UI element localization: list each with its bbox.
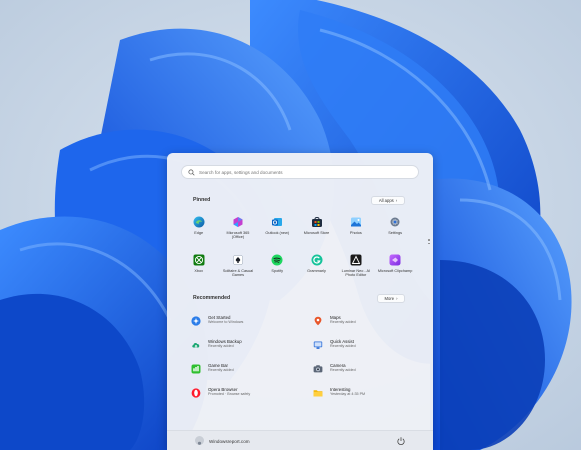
app-label: Spotify (271, 269, 284, 273)
pinned-app-outlook[interactable]: Outlook (new) (258, 214, 297, 252)
luminar-icon (350, 254, 362, 266)
recommended-subtitle: Recently added (330, 368, 356, 372)
recommended-item[interactable]: Maps Recently added (313, 315, 421, 339)
recommended-subtitle: Yesterday at 4:35 PM (330, 392, 366, 396)
outlook-icon (271, 216, 283, 228)
search-input[interactable] (199, 169, 399, 175)
pinned-app-grammarly[interactable]: Grammarly (297, 252, 336, 290)
more-label: More (384, 296, 395, 301)
photos-icon (350, 216, 362, 228)
pinned-app-office[interactable]: Microsoft 365 (Office) (218, 214, 257, 252)
pinned-app-settings[interactable]: Settings (375, 214, 414, 252)
recommended-list: Get Started Welcome to Windows Maps Recent… (191, 315, 421, 411)
user-name[interactable]: Windowsreport.com (209, 439, 250, 444)
chevron-right-icon: › (395, 198, 398, 203)
recommended-subtitle: Recently added (208, 368, 234, 372)
recommended-subtitle: Recently added (330, 344, 356, 348)
more-button[interactable]: More › (377, 294, 405, 303)
app-label: Edge (194, 231, 204, 235)
chevron-right-icon: › (396, 296, 398, 301)
app-label: Outlook (new) (265, 231, 290, 235)
avatar[interactable] (195, 436, 204, 445)
app-label: Microsoft Store (303, 231, 330, 235)
clipchamp-icon (389, 254, 401, 266)
app-label: Solitaire & Casual Games (222, 269, 254, 278)
app-label: Microsoft Clipchamp (377, 269, 413, 273)
app-label: Luminar Neo - AI Photo Editor (341, 269, 371, 278)
pinned-app-store[interactable]: Microsoft Store (297, 214, 336, 252)
user-icon (197, 441, 202, 445)
start-menu: Pinned All apps › Edge Microsoft 365 (Of… (167, 153, 433, 450)
page-dot (428, 242, 430, 245)
search-icon (188, 168, 195, 176)
recommended-subtitle: Promoted · Browse safely (208, 392, 251, 396)
backup-icon (191, 340, 201, 350)
pinned-app-luminar[interactable]: Luminar Neo - AI Photo Editor (336, 252, 375, 290)
app-label: Microsoft 365 (Office) (226, 231, 250, 240)
camera-icon (313, 364, 323, 374)
pinned-app-clipchamp[interactable]: Microsoft Clipchamp (375, 252, 414, 290)
maps-icon (313, 316, 323, 326)
grammarly-icon (311, 254, 323, 266)
pinned-app-solitaire[interactable]: Solitaire & Casual Games (218, 252, 257, 290)
recommended-item[interactable]: Camera Recently added (313, 363, 421, 387)
page-indicator[interactable] (428, 239, 430, 245)
recommended-item[interactable]: Get Started Welcome to Windows (191, 315, 313, 339)
pinned-app-spotify[interactable]: Spotify (258, 252, 297, 290)
app-label: Settings (388, 231, 402, 235)
recommended-subtitle: Welcome to Windows (208, 320, 244, 324)
pinned-app-xbox[interactable]: Xbox (179, 252, 218, 290)
page-dot (428, 239, 430, 241)
recommended-item[interactable]: Interesting Yesterday at 4:35 PM (313, 387, 421, 411)
solitaire-icon (232, 254, 244, 266)
store-icon (311, 216, 323, 228)
settings-icon (389, 216, 401, 228)
power-icon[interactable] (396, 436, 406, 446)
get-started-icon (191, 316, 201, 326)
spotify-icon (271, 254, 283, 266)
pinned-apps-grid: Edge Microsoft 365 (Office) Outlook (new… (179, 214, 415, 290)
app-label: Grammarly (307, 269, 326, 273)
quick-assist-icon (313, 340, 323, 350)
xbox-icon (193, 254, 205, 266)
search-box[interactable] (181, 165, 419, 179)
start-footer: Windowsreport.com (167, 430, 433, 450)
opera-icon (191, 388, 201, 398)
app-label: Photos (349, 231, 362, 235)
recommended-item[interactable]: Game Bar Recently added (191, 363, 313, 387)
recommended-subtitle: Recently added (208, 344, 234, 348)
pinned-title: Pinned (193, 197, 211, 203)
recommended-item[interactable]: Windows Backup Recently added (191, 339, 313, 363)
recommended-subtitle: Recently added (330, 320, 356, 324)
all-apps-label: All apps (378, 198, 394, 203)
game-bar-icon (191, 364, 201, 374)
recommended-title: Recommended (193, 295, 231, 301)
recommended-item[interactable]: Quick Assist Recently added (313, 339, 421, 363)
recommended-item[interactable]: Opera Browser Promoted · Browse safely (191, 387, 313, 411)
edge-icon (193, 216, 205, 228)
pinned-app-photos[interactable]: Photos (336, 214, 375, 252)
app-label: Xbox (194, 269, 203, 273)
pinned-app-edge[interactable]: Edge (179, 214, 218, 252)
office-icon (232, 216, 244, 228)
folder-icon (313, 388, 323, 398)
all-apps-button[interactable]: All apps › (371, 196, 405, 205)
